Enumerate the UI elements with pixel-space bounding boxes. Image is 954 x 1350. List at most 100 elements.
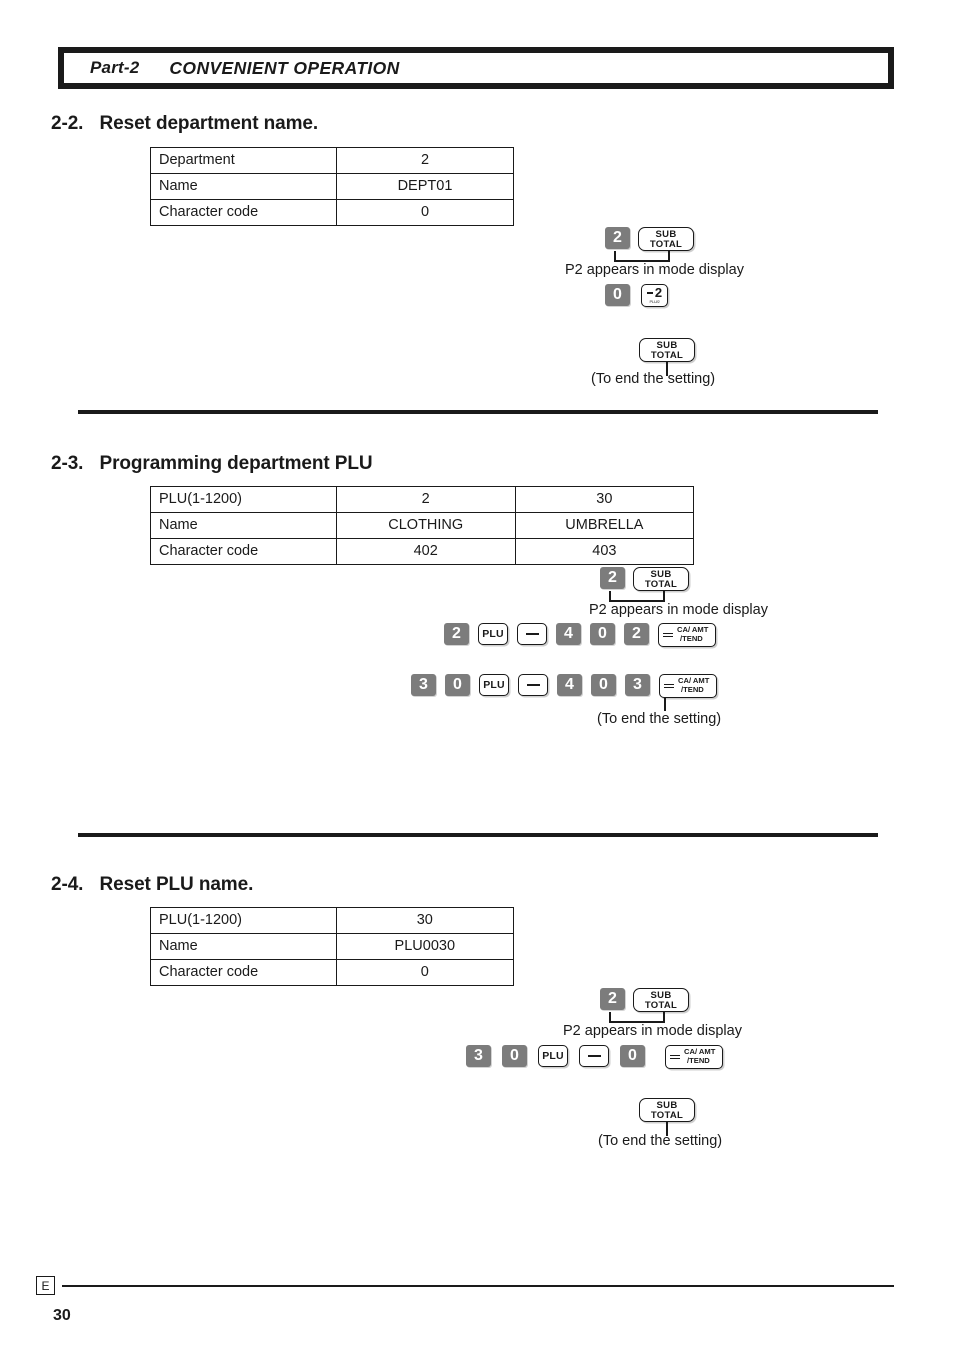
key-sequence-2-4-end: SUB TOTAL (639, 1098, 695, 1122)
end-setting-caption-2-2: (To end the setting) (591, 371, 716, 387)
row-value: UMBRELLA (514, 512, 695, 539)
key-sub-total[interactable]: SUB TOTAL (639, 338, 695, 362)
key-sequence-2-2-mode: 2 SUB TOTAL (605, 227, 694, 251)
key-digit-0[interactable]: 0 (445, 674, 470, 696)
key-ca-amt-tend[interactable]: CA/ AMT /TEND (665, 1045, 723, 1069)
key-sub-total-line1: SUB (650, 568, 672, 580)
key-catend-line2: /TEND (680, 634, 703, 643)
section-title-2-3: Programming department PLU (99, 453, 373, 474)
key-stem-connector (664, 698, 666, 711)
key-plu-minus-2[interactable]: 2 PLU/2 (641, 284, 668, 307)
key-digit-2[interactable]: 2 (624, 623, 649, 645)
key-ca-amt-tend[interactable]: CA/ AMT /TEND (659, 674, 717, 698)
key-digit-2[interactable]: 2 (605, 227, 630, 249)
key-plu[interactable]: PLU (479, 674, 509, 696)
key-digit-0[interactable]: 0 (591, 674, 616, 696)
key-sub-total-line2: TOTAL (650, 349, 684, 361)
end-setting-caption-2-3: (To end the setting) (597, 711, 722, 727)
spec-table-2-3: PLU(1-1200) 2 30 Name CLOTHING UMBRELLA … (150, 486, 695, 565)
row-value: 403 (514, 538, 695, 565)
key-minus[interactable] (518, 674, 548, 696)
key-digit-4[interactable]: 4 (557, 674, 582, 696)
section-title-2-4: Reset PLU name. (99, 874, 254, 895)
key-digit-0[interactable]: 0 (590, 623, 615, 645)
key-plu[interactable]: PLU (538, 1045, 568, 1067)
row-label: Name (150, 512, 337, 539)
key-digit-0[interactable]: 0 (502, 1045, 527, 1067)
key-digit-2[interactable]: 2 (600, 567, 625, 589)
spec-table-2-4: PLU(1-1200) 30 Name PLU0030 Character co… (150, 907, 515, 986)
key-sequence-2-4-plu30: 3 0 PLU 0 CA/ AMT /TEND (466, 1045, 723, 1069)
table-row: Character code 0 (150, 199, 515, 226)
key-sub-total-line2: TOTAL (649, 238, 683, 250)
row-label: PLU(1-1200) (150, 486, 337, 513)
minus-glyph-icon (526, 683, 540, 687)
mode-display-caption-2-4: P2 appears in mode display (563, 1023, 742, 1039)
row-value: 30 (514, 486, 695, 513)
row-value: 30 (335, 907, 515, 934)
minus-glyph-icon (646, 292, 653, 294)
row-label: Character code (150, 538, 337, 565)
key-sequence-2-3-mode: 2 SUB TOTAL (600, 567, 689, 591)
key-minus[interactable] (579, 1045, 609, 1067)
section-number-2-3: 2-3. (51, 453, 84, 474)
key-sequence-2-2-entry: 0 2 PLU/2 (605, 284, 668, 307)
key-sub-total-line2: TOTAL (650, 1109, 684, 1121)
table-row: Name PLU0030 (150, 933, 515, 960)
key-digit-2[interactable]: 2 (444, 623, 469, 645)
key-digit-3[interactable]: 3 (625, 674, 650, 696)
key-ca-amt-tend[interactable]: CA/ AMT /TEND (658, 623, 716, 647)
mode-display-caption-2-3: P2 appears in mode display (589, 602, 768, 618)
key-sub-total[interactable]: SUB TOTAL (639, 1098, 695, 1122)
row-value: PLU0030 (335, 933, 515, 960)
table-row: PLU(1-1200) 2 30 (150, 486, 695, 513)
page-header-banner: Part-2 CONVENIENT OPERATION (58, 47, 894, 89)
key-minus2-subtext: PLU/2 (649, 299, 660, 304)
spec-table-2-2: Department 2 Name DEPT01 Character code … (150, 147, 515, 226)
minus-glyph-icon (587, 1054, 601, 1058)
row-value: 0 (335, 959, 515, 986)
mode-display-caption-2-2: P2 appears in mode display (565, 262, 744, 278)
key-minus[interactable] (517, 623, 547, 645)
key-digit-0[interactable]: 0 (605, 284, 630, 306)
key-catend-line2: /TEND (681, 685, 704, 694)
key-sub-total-line1: SUB (650, 989, 672, 1001)
row-value: DEPT01 (335, 173, 515, 200)
part-label: Part-2 (90, 58, 140, 77)
key-group-bracket (614, 251, 670, 262)
section-divider-2 (78, 833, 878, 837)
table-row: PLU(1-1200) 30 (150, 907, 515, 934)
row-label: PLU(1-1200) (150, 907, 337, 934)
row-label: Department (150, 147, 337, 174)
equals-glyph-icon (664, 682, 675, 690)
key-sequence-2-3-plu30: 3 0 PLU 4 0 3 CA/ AMT /TEND (411, 674, 717, 698)
row-value: 2 (335, 486, 516, 513)
key-sequence-2-4-mode: 2 SUB TOTAL (600, 988, 689, 1012)
row-value: 402 (335, 538, 516, 565)
language-mark: E (36, 1276, 55, 1295)
key-digit-3[interactable]: 3 (466, 1045, 491, 1067)
section-heading-2-2: 2-2. Reset department name. (51, 113, 318, 135)
footer-divider (62, 1285, 894, 1287)
key-digit-3[interactable]: 3 (411, 674, 436, 696)
section-number-2-2: 2-2. (51, 113, 84, 134)
key-sequence-2-2-end: SUB TOTAL (639, 338, 695, 362)
key-sub-total[interactable]: SUB TOTAL (638, 227, 694, 251)
key-minus2-number: 2 (654, 285, 663, 300)
table-row: Name DEPT01 (150, 173, 515, 200)
page-number: 30 (53, 1307, 71, 1324)
key-sub-total-line1: SUB (655, 228, 677, 240)
section-number-2-4: 2-4. (51, 874, 84, 895)
key-sub-total[interactable]: SUB TOTAL (633, 988, 689, 1012)
table-row: Character code 0 (150, 959, 515, 986)
key-digit-4[interactable]: 4 (556, 623, 581, 645)
equals-glyph-icon (663, 631, 674, 639)
key-plu[interactable]: PLU (478, 623, 508, 645)
row-label: Name (150, 933, 337, 960)
section-divider-1 (78, 410, 878, 414)
key-digit-0[interactable]: 0 (620, 1045, 645, 1067)
key-group-bracket (609, 591, 665, 602)
key-sub-total[interactable]: SUB TOTAL (633, 567, 689, 591)
row-value: 2 (335, 147, 515, 174)
key-digit-2[interactable]: 2 (600, 988, 625, 1010)
